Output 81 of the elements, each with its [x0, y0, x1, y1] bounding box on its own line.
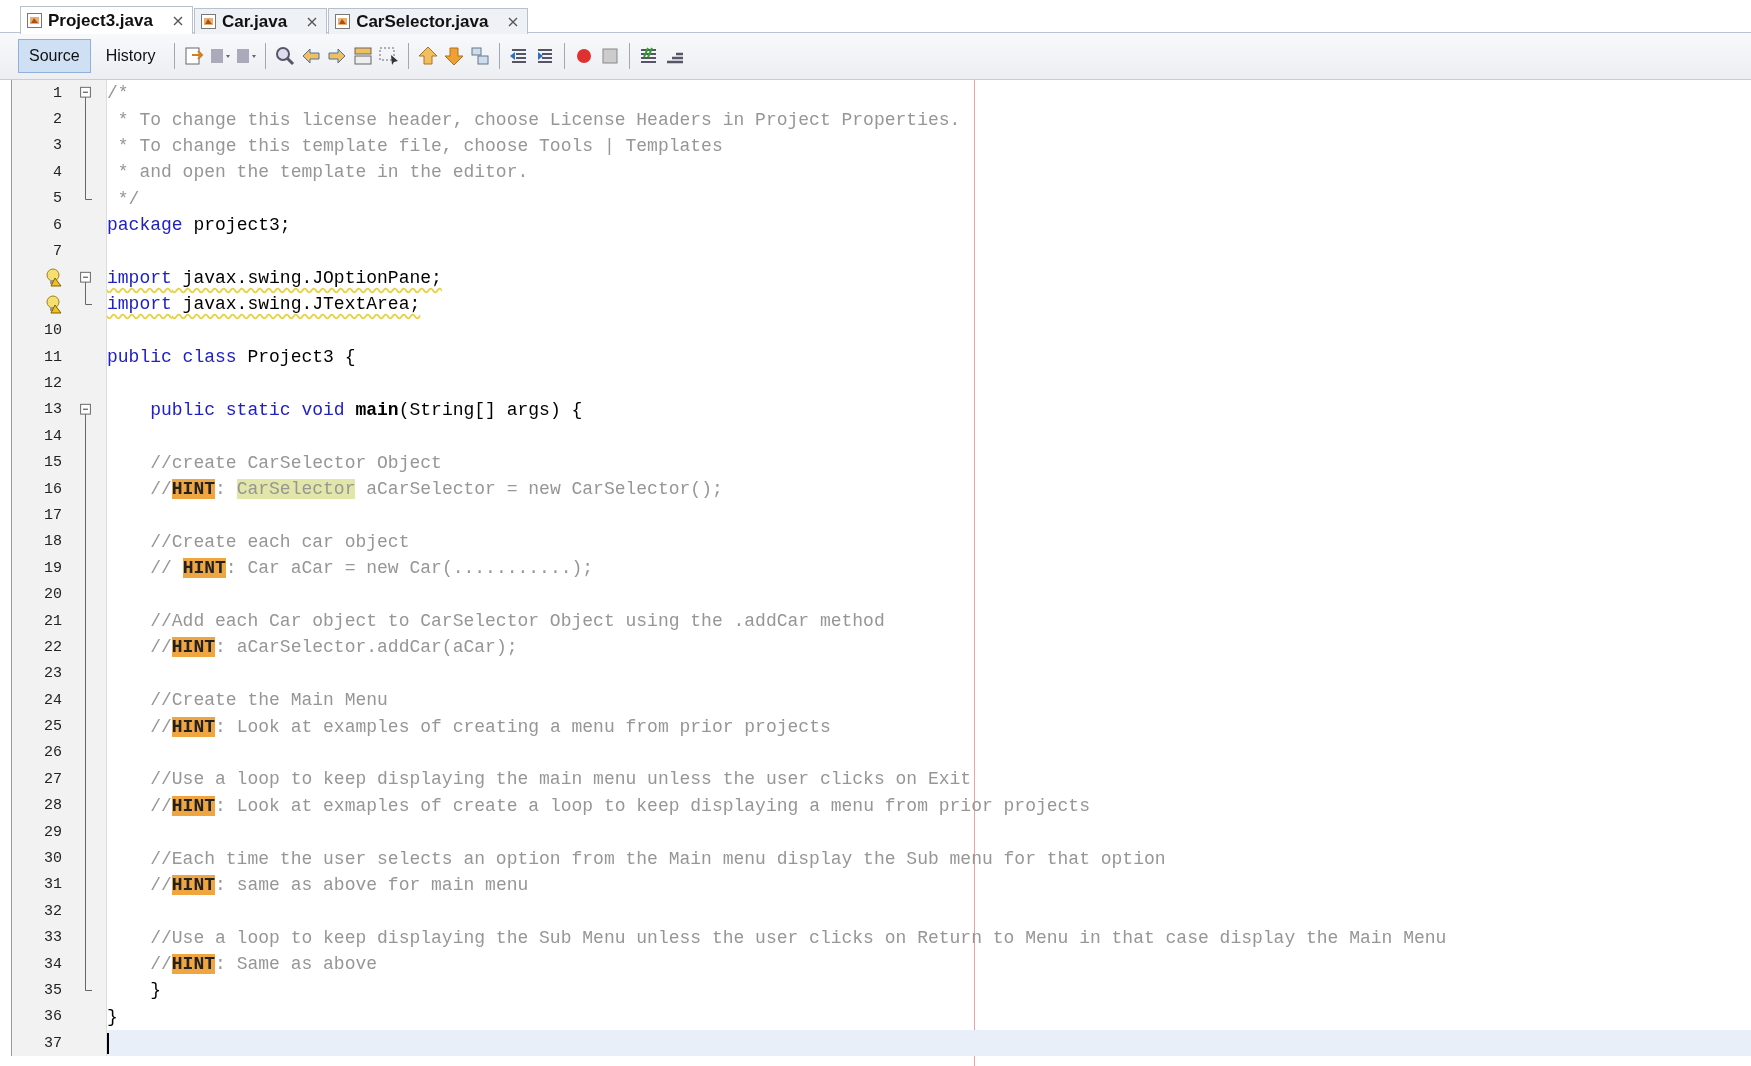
code-line: // HINT: Car aCar = new Car(...........); [149, 557, 594, 581]
code-line: import javax.swing.JTextArea; [107, 293, 421, 317]
warning-bulb-icon[interactable] [45, 294, 62, 314]
line-number: 15 [44, 454, 62, 472]
close-icon[interactable] [507, 15, 520, 28]
code-line: /* [107, 82, 129, 106]
code-line: import javax.swing.JOptionPane; [107, 266, 442, 290]
last-edit-icon[interactable] [183, 45, 206, 67]
line-number: 12 [44, 375, 62, 392]
line-number: 3 [53, 137, 62, 155]
close-icon[interactable] [306, 15, 319, 28]
fold-end-icon [85, 291, 92, 306]
line-number: 36 [44, 1008, 62, 1026]
line-number: 21 [44, 612, 62, 630]
line-number: 28 [44, 797, 62, 815]
code-line: //HINT: Same as above [149, 953, 378, 977]
line-number: 31 [44, 876, 62, 894]
file-tab[interactable]: Project3.java [20, 6, 193, 34]
line-number: 26 [44, 744, 62, 762]
line-number: 19 [44, 559, 62, 577]
line-number: 6 [53, 216, 62, 234]
code-line: * and open the template in the editor. [116, 161, 529, 185]
code-line: public static void main(String[] args) { [149, 398, 583, 422]
java-file-icon [26, 12, 43, 29]
code-line: //HINT: Look at examples of creating a menu from prior projects [149, 715, 831, 739]
line-number: 5 [53, 190, 62, 208]
file-tab[interactable]: Car.java [193, 8, 328, 34]
line-number: 1 [53, 84, 62, 102]
line-number: 10 [44, 322, 62, 340]
bookmark-toggle-icon[interactable] [469, 45, 492, 67]
bookmark-down-icon[interactable] [443, 45, 466, 67]
view-tab[interactable]: Source [18, 39, 91, 73]
line-number: 14 [44, 427, 62, 445]
toggle-highlight-icon[interactable] [352, 45, 375, 67]
java-file-icon [334, 13, 352, 30]
line-number: 16 [44, 480, 62, 498]
line-number: 35 [44, 981, 62, 999]
code-line: //Add each Car object to CarSelector Object using the .addCar method [149, 610, 885, 633]
line-number: 20 [44, 586, 62, 604]
line-number: 4 [53, 163, 62, 181]
line-number: 2 [53, 111, 62, 129]
text-cursor [107, 1033, 109, 1055]
code-line: //HINT: CarSelector aCarSelector = new CarSelector(); [149, 478, 723, 502]
line-number: 22 [44, 638, 62, 656]
bookmark-up-icon[interactable] [417, 45, 440, 67]
warning-bulb-icon[interactable] [45, 268, 62, 288]
line-number: 33 [44, 929, 62, 947]
line-number: 32 [44, 902, 62, 920]
code-line: //HINT: same as above for main menu [149, 873, 529, 897]
close-icon[interactable] [171, 14, 184, 27]
code-line: //Create the Main Menu [149, 689, 388, 713]
view-tab[interactable]: History [94, 39, 167, 73]
code-line: * To change this license header, choose License Headers in Project Properties. [116, 108, 961, 132]
line-number: 7 [53, 243, 62, 261]
code-line: public class Project3 { [107, 346, 356, 370]
code-line: //create CarSelector Object [149, 451, 442, 475]
line-number: 25 [44, 718, 62, 736]
find-icon[interactable] [274, 45, 297, 67]
line-number: 13 [44, 401, 62, 419]
code-line: } [149, 979, 161, 1003]
line-number: 23 [44, 665, 62, 683]
code-line: package project3; [107, 214, 291, 238]
code-line: * To change this template file, choose Tools | Templates [116, 134, 723, 158]
code-line: } [107, 1005, 118, 1029]
line-number: 34 [44, 955, 62, 973]
java-file-icon [199, 13, 217, 30]
line-number: 37 [44, 1034, 62, 1052]
code-line: */ [116, 187, 140, 211]
code-line: //Use a loop to keep displaying the main menu unless the user clicks on Exit [149, 768, 972, 792]
code-line: //Create each car object [149, 530, 410, 554]
line-number: 17 [44, 506, 62, 524]
fold-end-icon [85, 185, 92, 200]
line-number: 29 [44, 823, 62, 841]
line-number: 30 [44, 850, 62, 867]
code-line: //HINT: aCarSelector.addCar(aCar); [149, 636, 518, 660]
line-number: 24 [44, 691, 62, 709]
line-number: 27 [44, 770, 62, 788]
line-number: 11 [44, 348, 62, 366]
file-tab[interactable]: CarSelector.java [328, 8, 529, 34]
line-number: 18 [44, 533, 62, 551]
fold-end-icon [85, 977, 92, 992]
